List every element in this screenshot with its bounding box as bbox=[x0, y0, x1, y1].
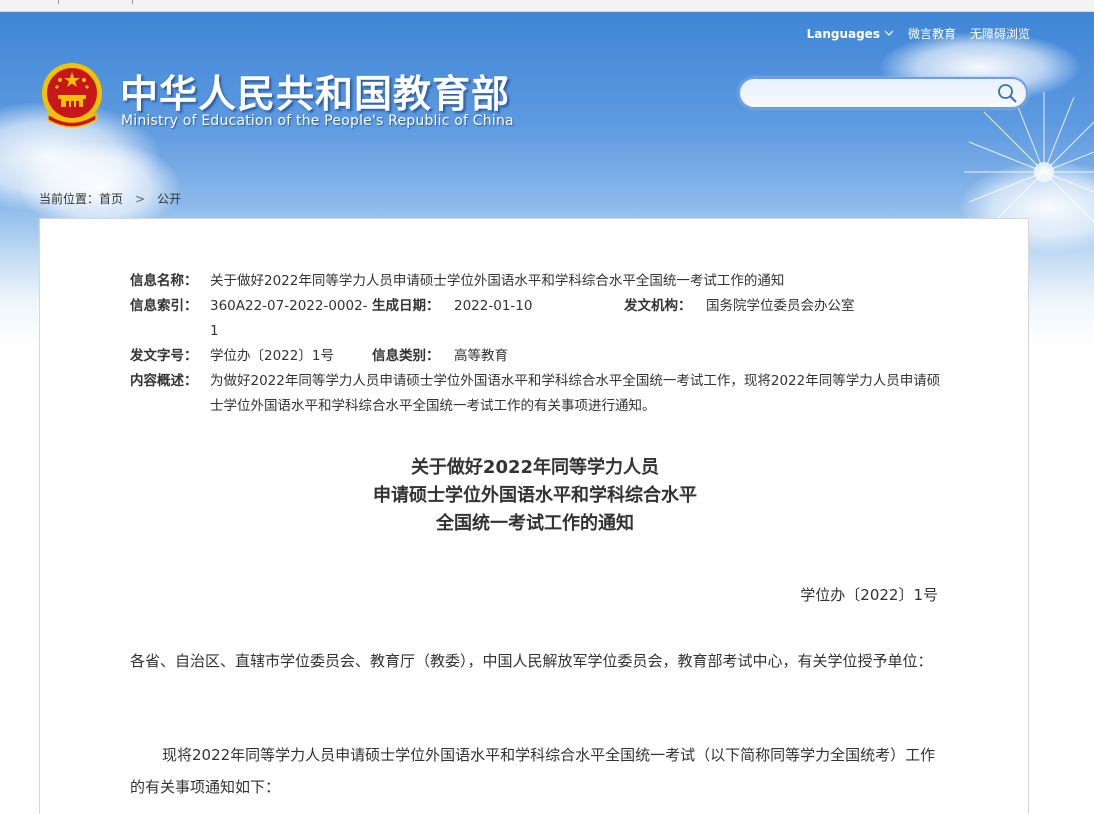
search-icon[interactable] bbox=[996, 82, 1018, 104]
meta-docno-label: 发文字号： bbox=[130, 348, 198, 364]
accessible-browsing-link[interactable]: 无障碍浏览 bbox=[970, 25, 1030, 42]
ministry-title-cn: 中华人民共和国教育部 bbox=[120, 71, 511, 116]
breadcrumb: 当前位置： 首页 > 公开 bbox=[39, 190, 181, 207]
document-number: 学位办〔2022〕1号 bbox=[800, 586, 938, 604]
document-paragraph: 现将2022年同等学力人员申请硕士学位外国语水平和学科综合水平全国统一考试（以下… bbox=[130, 746, 936, 796]
breadcrumb-home[interactable]: 首页 bbox=[99, 190, 123, 207]
breadcrumb-prefix: 当前位置： bbox=[39, 192, 100, 206]
meta-org-label: 发文机构： bbox=[624, 298, 692, 314]
meta-name-value: 关于做好2022年同等学力人员申请硕士学位外国语水平和学科综合水平全国统一考试工… bbox=[210, 273, 785, 289]
ministry-title-en: Ministry of Education of the People's Re… bbox=[121, 113, 514, 129]
meta-org-value: 国务院学位委员会办公室 bbox=[706, 298, 855, 314]
top-links: Languages 微言教育 无障碍浏览 bbox=[807, 25, 1030, 42]
search-input[interactable] bbox=[752, 83, 992, 103]
languages-label: Languages bbox=[806, 26, 880, 41]
document-title-line: 申请硕士学位外国语水平和学科综合水平 bbox=[373, 485, 697, 506]
breadcrumb-public[interactable]: 公开 bbox=[157, 190, 181, 207]
meta-row-index: 信息索引： 360A22-07-2022-0002-1 生成日期： 2022-0… bbox=[130, 294, 950, 344]
meta-docno-value: 学位办〔2022〕1号 bbox=[210, 348, 334, 364]
meta-summary-label: 内容概述： bbox=[130, 373, 198, 389]
meta-summary-value: 为做好2022年同等学力人员申请硕士学位外国语水平和学科综合水平全国统一考试工作… bbox=[210, 373, 941, 414]
meta-index-value: 360A22-07-2022-0002-1 bbox=[210, 298, 368, 339]
document-title: 关于做好2022年同等学力人员 申请硕士学位外国语水平和学科综合水平 全国统一考… bbox=[40, 454, 1030, 538]
meta-category-value: 高等教育 bbox=[454, 348, 508, 364]
info-metadata: 信息名称： 关于做好2022年同等学力人员申请硕士学位外国语水平和学科综合水平全… bbox=[130, 269, 950, 419]
meta-row-name: 信息名称： 关于做好2022年同等学力人员申请硕士学位外国语水平和学科综合水平全… bbox=[130, 269, 950, 294]
weixin-link[interactable]: 微言教育 bbox=[908, 25, 956, 42]
content-card: 信息名称： 关于做好2022年同等学力人员申请硕士学位外国语水平和学科综合水平全… bbox=[39, 218, 1029, 814]
meta-index-label: 信息索引： bbox=[130, 298, 198, 314]
languages-menu[interactable]: Languages bbox=[807, 27, 894, 41]
national-emblem-icon[interactable] bbox=[40, 62, 104, 128]
document-paragraph: 各省、自治区、直辖市学位委员会、教育厅（教委），中国人民解放军学位委员会，教育部… bbox=[130, 652, 933, 670]
meta-row-summary: 内容概述： 为做好2022年同等学力人员申请硕士学位外国语水平和学科综合水平全国… bbox=[130, 369, 950, 419]
meta-name-label: 信息名称： bbox=[130, 273, 198, 289]
strip-divider bbox=[132, 0, 133, 4]
document-title-line: 全国统一考试工作的通知 bbox=[436, 513, 634, 534]
chevron-down-icon bbox=[884, 30, 894, 36]
search-box bbox=[738, 77, 1028, 109]
meta-row-docno: 发文字号： 学位办〔2022〕1号 信息类别： 高等教育 bbox=[130, 344, 950, 369]
document-title-line: 关于做好2022年同等学力人员 bbox=[410, 457, 660, 478]
breadcrumb-separator: > bbox=[135, 191, 146, 206]
meta-category-label: 信息类别： bbox=[372, 348, 440, 364]
browser-top-strip bbox=[0, 0, 1094, 12]
meta-date-value: 2022-01-10 bbox=[454, 298, 533, 314]
strip-divider bbox=[58, 0, 59, 4]
meta-date-label: 生成日期： bbox=[372, 298, 440, 314]
